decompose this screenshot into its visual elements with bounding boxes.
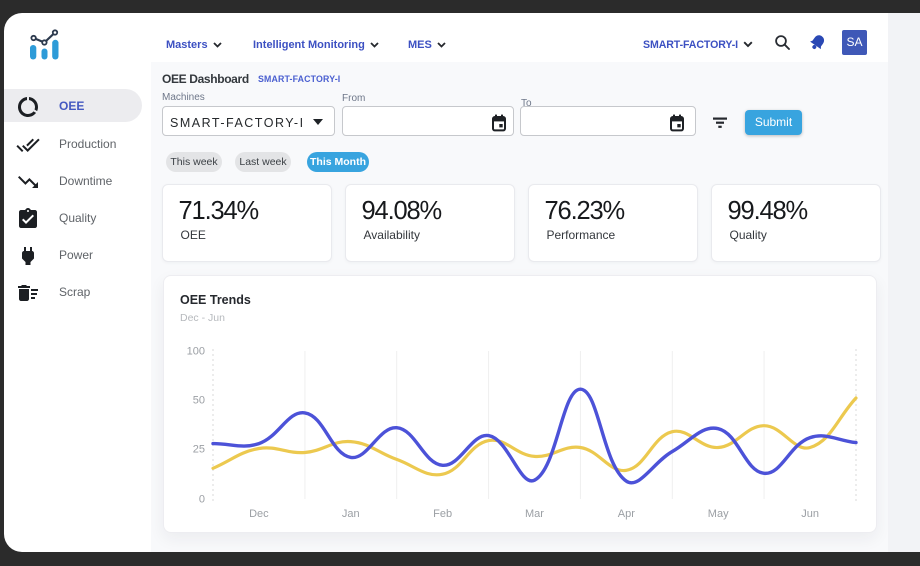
svg-text:Apr: Apr (618, 508, 635, 520)
svg-text:25: 25 (193, 444, 205, 456)
svg-text:100: 100 (187, 346, 205, 358)
svg-text:0: 0 (199, 494, 205, 506)
svg-text:50: 50 (193, 395, 205, 407)
svg-text:Jan: Jan (342, 508, 360, 520)
svg-text:Jun: Jun (801, 508, 819, 520)
svg-text:Feb: Feb (433, 508, 452, 520)
svg-text:Dec: Dec (249, 508, 269, 520)
svg-text:Mar: Mar (525, 508, 544, 520)
svg-text:May: May (708, 508, 729, 520)
